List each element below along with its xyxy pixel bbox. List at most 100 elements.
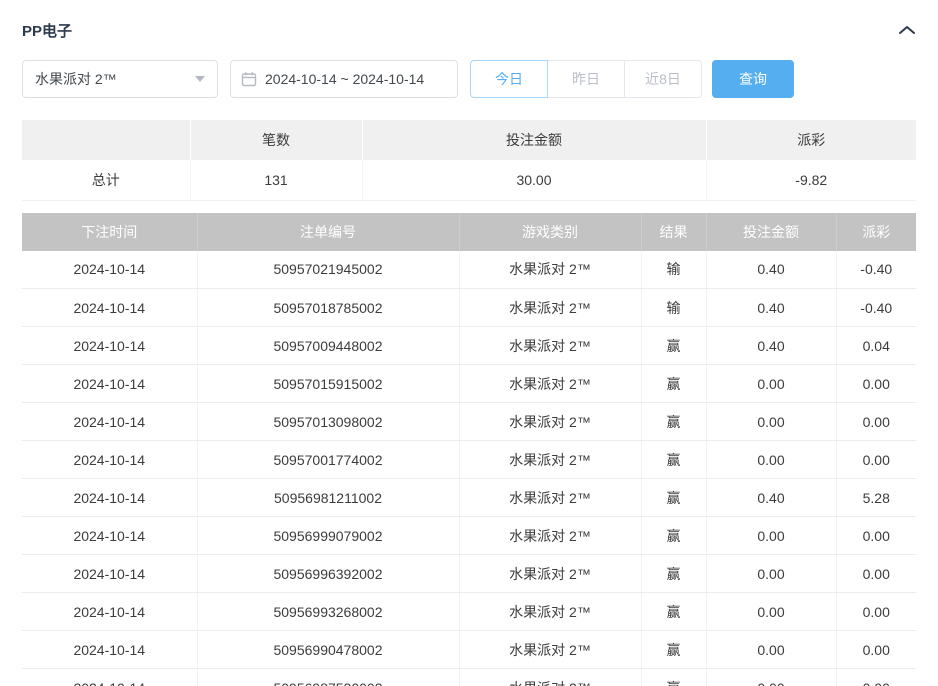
- cell-1: 50956993268002: [197, 593, 459, 631]
- cell-3: 赢: [641, 631, 706, 669]
- cell-1: 50956987530002: [197, 669, 459, 686]
- cell-1: 50957021945002: [197, 251, 459, 289]
- table-row: 2024-10-1450957001774002水果派对 2™赢0.000.00: [22, 441, 916, 479]
- cell-4: 0.00: [706, 669, 836, 686]
- cell-3: 赢: [641, 517, 706, 555]
- summary-total-bet: 30.00: [362, 160, 706, 200]
- table-row: 2024-10-1450957015915002水果派对 2™赢0.000.00: [22, 365, 916, 403]
- cell-1: 50956999079002: [197, 517, 459, 555]
- cell-2: 水果派对 2™: [459, 251, 641, 289]
- game-select-value: 水果派对 2™: [35, 69, 117, 89]
- cell-5: 0.04: [836, 327, 916, 365]
- summary-header-row: 笔数 投注金额 派彩: [22, 120, 916, 160]
- cell-4: 0.00: [706, 555, 836, 593]
- quick-range-group: 今日 昨日 近8日: [470, 60, 702, 98]
- cell-4: 0.40: [706, 251, 836, 289]
- date-range-value: 2024-10-14 ~ 2024-10-14: [265, 71, 424, 87]
- cell-0: 2024-10-14: [22, 327, 197, 365]
- calendar-icon: [241, 71, 257, 87]
- table-row: 2024-10-1450956987530002水果派对 2™赢0.000.00: [22, 669, 916, 686]
- search-button[interactable]: 查询: [712, 60, 794, 98]
- game-select[interactable]: 水果派对 2™: [22, 60, 218, 98]
- chevron-down-icon: [195, 76, 205, 82]
- cell-0: 2024-10-14: [22, 479, 197, 517]
- header-result: 结果: [641, 213, 706, 251]
- cell-5: -0.40: [836, 251, 916, 289]
- table-row: 2024-10-1450956981211002水果派对 2™赢0.405.28: [22, 479, 916, 517]
- summary-total-payout: -9.82: [706, 160, 916, 200]
- cell-0: 2024-10-14: [22, 631, 197, 669]
- cell-3: 赢: [641, 479, 706, 517]
- cell-4: 0.00: [706, 403, 836, 441]
- summary-total-row: 总计 131 30.00 -9.82: [22, 160, 916, 200]
- table-row: 2024-10-1450957018785002水果派对 2™输0.40-0.4…: [22, 289, 916, 327]
- cell-3: 赢: [641, 669, 706, 686]
- cell-5: 0.00: [836, 365, 916, 403]
- summary-header-payout: 派彩: [706, 120, 916, 160]
- cell-4: 0.40: [706, 289, 836, 327]
- cell-0: 2024-10-14: [22, 669, 197, 686]
- bet-table-body: 2024-10-1450957021945002水果派对 2™输0.40-0.4…: [22, 251, 916, 686]
- cell-3: 赢: [641, 441, 706, 479]
- yesterday-button[interactable]: 昨日: [547, 60, 625, 98]
- cell-2: 水果派对 2™: [459, 479, 641, 517]
- cell-2: 水果派对 2™: [459, 669, 641, 686]
- table-row: 2024-10-1450956990478002水果派对 2™赢0.000.00: [22, 631, 916, 669]
- date-range-input[interactable]: 2024-10-14 ~ 2024-10-14: [230, 60, 458, 98]
- cell-1: 50957015915002: [197, 365, 459, 403]
- cell-1: 50957013098002: [197, 403, 459, 441]
- cell-2: 水果派对 2™: [459, 327, 641, 365]
- header-bet-time: 下注时间: [22, 213, 197, 251]
- summary-table: 笔数 投注金额 派彩 总计 131 30.00 -9.82: [22, 120, 916, 201]
- panel-header: PP电子: [22, 16, 916, 44]
- table-row: 2024-10-1450956999079002水果派对 2™赢0.000.00: [22, 517, 916, 555]
- cell-4: 0.40: [706, 479, 836, 517]
- cell-0: 2024-10-14: [22, 517, 197, 555]
- cell-3: 输: [641, 289, 706, 327]
- header-payout: 派彩: [836, 213, 916, 251]
- summary-header-bet: 投注金额: [362, 120, 706, 160]
- summary-total-count: 131: [190, 160, 362, 200]
- cell-2: 水果派对 2™: [459, 555, 641, 593]
- cell-2: 水果派对 2™: [459, 403, 641, 441]
- cell-3: 赢: [641, 593, 706, 631]
- chevron-up-icon[interactable]: [898, 24, 916, 36]
- cell-2: 水果派对 2™: [459, 593, 641, 631]
- last-8-days-button[interactable]: 近8日: [624, 60, 702, 98]
- cell-4: 0.00: [706, 441, 836, 479]
- cell-2: 水果派对 2™: [459, 441, 641, 479]
- cell-2: 水果派对 2™: [459, 517, 641, 555]
- cell-3: 赢: [641, 555, 706, 593]
- cell-0: 2024-10-14: [22, 555, 197, 593]
- cell-0: 2024-10-14: [22, 403, 197, 441]
- header-order-id: 注单编号: [197, 213, 459, 251]
- summary-header-count: 笔数: [190, 120, 362, 160]
- cell-5: 0.00: [836, 631, 916, 669]
- cell-2: 水果派对 2™: [459, 631, 641, 669]
- cell-5: 0.00: [836, 669, 916, 686]
- bet-table-header-row: 下注时间 注单编号 游戏类别 结果 投注金额 派彩: [22, 213, 916, 251]
- summary-header-blank: [22, 120, 190, 160]
- cell-5: 0.00: [836, 441, 916, 479]
- cell-0: 2024-10-14: [22, 289, 197, 327]
- cell-3: 赢: [641, 403, 706, 441]
- cell-3: 赢: [641, 365, 706, 403]
- cell-2: 水果派对 2™: [459, 365, 641, 403]
- cell-3: 输: [641, 251, 706, 289]
- cell-4: 0.00: [706, 593, 836, 631]
- header-bet-amount: 投注金额: [706, 213, 836, 251]
- cell-1: 50957009448002: [197, 327, 459, 365]
- cell-5: 0.00: [836, 555, 916, 593]
- cell-5: 0.00: [836, 593, 916, 631]
- cell-2: 水果派对 2™: [459, 289, 641, 327]
- table-row: 2024-10-1450957013098002水果派对 2™赢0.000.00: [22, 403, 916, 441]
- cell-1: 50957001774002: [197, 441, 459, 479]
- cell-1: 50956981211002: [197, 479, 459, 517]
- cell-1: 50956990478002: [197, 631, 459, 669]
- filter-bar: 水果派对 2™ 2024-10-14 ~ 2024-10-14 今日 昨日 近8…: [22, 60, 916, 98]
- today-button[interactable]: 今日: [470, 60, 548, 98]
- bet-records-panel: PP电子 水果派对 2™ 2024-10-14 ~ 2024-10-14 今日 …: [0, 0, 938, 686]
- cell-0: 2024-10-14: [22, 251, 197, 289]
- table-row: 2024-10-1450957021945002水果派对 2™输0.40-0.4…: [22, 251, 916, 289]
- cell-1: 50957018785002: [197, 289, 459, 327]
